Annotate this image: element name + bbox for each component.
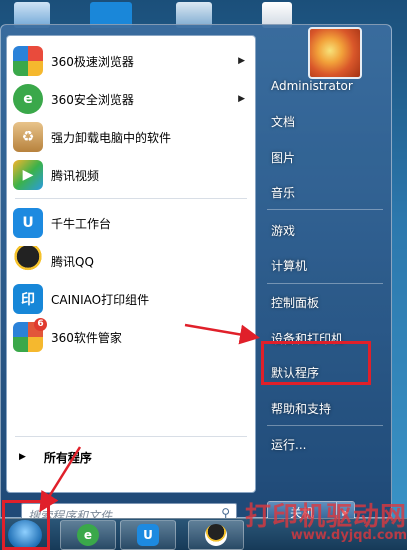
start-menu: 360极速浏览器 ▶ e 360安全浏览器 ▶ ♻ 强力卸载电脑中的软件 ▶ 腾… bbox=[0, 24, 392, 525]
360-software-manager-icon: 6 bbox=[13, 318, 47, 352]
qq-penguin-icon bbox=[13, 246, 43, 276]
program-label: 360软件管家 bbox=[51, 330, 122, 345]
360-safe-browser-icon: e bbox=[77, 524, 99, 546]
start-button-highlight-box bbox=[2, 500, 50, 550]
right-item-music[interactable]: 音乐 bbox=[271, 177, 295, 207]
program-uninstaller[interactable]: ♻ 强力卸载电脑中的软件 bbox=[7, 118, 255, 156]
right-item-help-and-support[interactable]: 帮助和支持 bbox=[271, 393, 331, 423]
program-label: CAINIAO打印组件 bbox=[51, 292, 150, 307]
program-cainiao-print[interactable]: 印 CAINIAO打印组件 bbox=[7, 280, 255, 318]
right-item-pictures[interactable]: 图片 bbox=[271, 142, 295, 172]
program-tencent-video[interactable]: ▶ 腾讯视频 bbox=[7, 156, 255, 194]
qianniu-icon: U bbox=[137, 524, 159, 546]
divider bbox=[15, 198, 247, 199]
cainiao-print-icon: 印 bbox=[13, 284, 43, 314]
right-item-documents[interactable]: 文档 bbox=[271, 106, 295, 136]
right-item-computer[interactable]: 计算机 bbox=[271, 250, 307, 280]
360-safe-browser-icon: e bbox=[13, 84, 43, 114]
expand-arrow-icon: ▶ bbox=[19, 452, 26, 462]
program-360-safe-browser[interactable]: e 360安全浏览器 ▶ bbox=[7, 80, 255, 118]
divider bbox=[15, 436, 247, 437]
divider bbox=[267, 283, 383, 284]
taskbar-qianniu[interactable]: U bbox=[120, 520, 176, 550]
program-qq[interactable]: 腾讯QQ bbox=[7, 242, 255, 280]
pinned-programs-pane: 360极速浏览器 ▶ e 360安全浏览器 ▶ ♻ 强力卸载电脑中的软件 ▶ 腾… bbox=[6, 35, 256, 493]
right-item-games[interactable]: 游戏 bbox=[271, 215, 295, 245]
notification-badge: 6 bbox=[34, 318, 47, 331]
program-qianniu[interactable]: U 千牛工作台 bbox=[7, 204, 255, 242]
highlight-box bbox=[261, 341, 371, 385]
divider bbox=[267, 425, 383, 426]
qianniu-icon: U bbox=[13, 208, 43, 238]
watermark-url: www.dyjqd.com bbox=[290, 528, 407, 543]
program-360-speed-browser[interactable]: 360极速浏览器 ▶ bbox=[7, 42, 255, 80]
all-programs-label: 所有程序 bbox=[43, 450, 92, 465]
360-speed-browser-icon bbox=[13, 46, 43, 76]
program-label: 千牛工作台 bbox=[51, 216, 112, 231]
program-360-software-manager[interactable]: 6 360软件管家 bbox=[7, 318, 255, 356]
program-label: 腾讯视频 bbox=[51, 168, 100, 183]
right-item-run[interactable]: 运行... bbox=[271, 429, 306, 459]
submenu-arrow-icon: ▶ bbox=[238, 94, 245, 104]
right-item-administrator[interactable]: Administrator bbox=[271, 71, 353, 101]
right-item-control-panel[interactable]: 控制面板 bbox=[271, 287, 319, 317]
program-label: 360安全浏览器 bbox=[51, 92, 134, 107]
uninstall-box-icon: ♻ bbox=[13, 122, 43, 152]
all-programs-button[interactable]: ▶ 所有程序 bbox=[15, 446, 251, 468]
divider bbox=[267, 209, 383, 210]
submenu-arrow-icon: ▶ bbox=[238, 56, 245, 66]
tencent-video-icon: ▶ bbox=[13, 160, 43, 190]
program-label: 360极速浏览器 bbox=[51, 54, 134, 69]
taskbar-360-browser[interactable]: e bbox=[60, 520, 116, 550]
program-label: 强力卸载电脑中的软件 bbox=[51, 130, 172, 145]
program-label: 腾讯QQ bbox=[51, 254, 94, 269]
